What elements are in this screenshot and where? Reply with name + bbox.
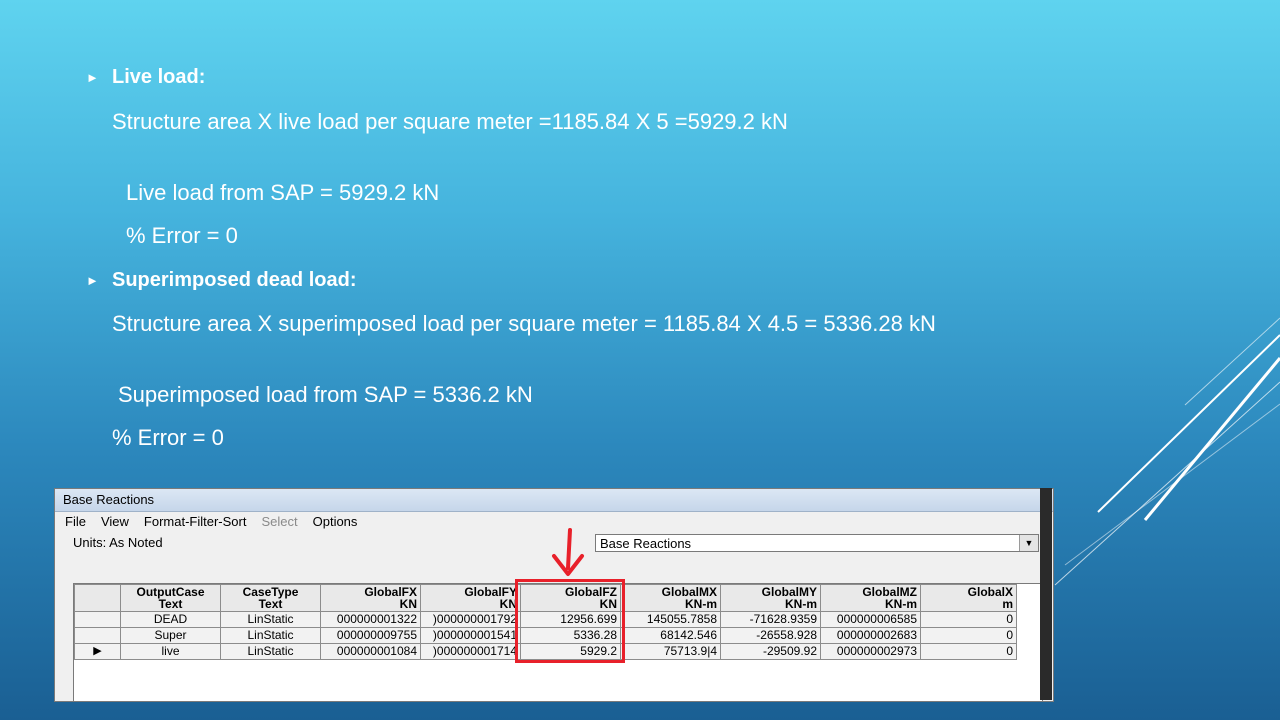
- window-edge: [1040, 488, 1052, 700]
- dropdown-value: Base Reactions: [600, 536, 692, 551]
- column-header[interactable]: GlobalFX KN: [320, 584, 421, 612]
- table-cell[interactable]: DEAD: [120, 611, 221, 628]
- current-row-pointer-icon[interactable]: ▶: [74, 643, 121, 660]
- table-cell[interactable]: LinStatic: [220, 627, 321, 644]
- table-cell[interactable]: LinStatic: [220, 611, 321, 628]
- table-cell[interactable]: 0: [920, 643, 1017, 660]
- menu-file[interactable]: File: [65, 512, 86, 532]
- highlight-box: [515, 579, 625, 663]
- row-selector[interactable]: [74, 611, 121, 628]
- table-cell[interactable]: LinStatic: [220, 643, 321, 660]
- live-load-sap: Live load from SAP = 5929.2 kN: [126, 180, 440, 205]
- bullet-heading: Live load:: [112, 66, 206, 88]
- column-header[interactable]: GlobalMY KN-m: [720, 584, 821, 612]
- superimposed-load-calculation: Structure area X superimposed load per s…: [112, 311, 936, 336]
- menu-view[interactable]: View: [101, 512, 129, 532]
- live-load-calculation: Structure area X live load per square me…: [112, 109, 788, 134]
- table-select-dropdown[interactable]: Base Reactions ▼: [595, 534, 1039, 552]
- bullet-heading: Superimposed dead load:: [112, 269, 357, 291]
- column-header[interactable]: GlobalFY KN: [420, 584, 521, 612]
- column-header[interactable]: GlobalMX KN-m: [620, 584, 721, 612]
- table-cell[interactable]: 000000002973: [820, 643, 921, 660]
- row-selector[interactable]: [74, 627, 121, 644]
- superimposed-load-sap: Superimposed load from SAP = 5336.2 kN: [118, 382, 533, 407]
- table-cell[interactable]: 75713.9|4: [620, 643, 721, 660]
- window-title: Base Reactions: [55, 489, 1053, 512]
- bullet-live-load: ► Live load:: [86, 66, 205, 89]
- table-cell[interactable]: )000000001792: [420, 611, 521, 628]
- chevron-down-icon[interactable]: ▼: [1019, 535, 1038, 551]
- menu-select: Select: [261, 514, 298, 529]
- table-cell[interactable]: live: [120, 643, 221, 660]
- bullet-superimposed-load: ► Superimposed dead load:: [86, 269, 356, 292]
- live-load-error: % Error = 0: [126, 223, 238, 248]
- annotation-arrow-icon: [552, 528, 584, 576]
- table-cell[interactable]: 000000006585: [820, 611, 921, 628]
- table-cell[interactable]: 68142.546: [620, 627, 721, 644]
- table-cell[interactable]: 0: [920, 611, 1017, 628]
- table-cell[interactable]: )000000001541: [420, 627, 521, 644]
- table-cell[interactable]: 000000001084: [320, 643, 421, 660]
- column-header[interactable]: CaseType Text: [220, 584, 321, 612]
- column-header[interactable]: OutputCase Text: [120, 584, 221, 612]
- column-header[interactable]: GlobalX m: [920, 584, 1017, 612]
- table-cell[interactable]: 000000002683: [820, 627, 921, 644]
- units-label: Units: As Noted: [73, 535, 163, 550]
- table-cell[interactable]: -26558.928: [720, 627, 821, 644]
- menu-options[interactable]: Options: [313, 512, 358, 532]
- row-selector-header: [74, 584, 121, 612]
- table-cell[interactable]: )000000001714: [420, 643, 521, 660]
- table-cell[interactable]: -71628.9359: [720, 611, 821, 628]
- column-header[interactable]: GlobalMZ KN-m: [820, 584, 921, 612]
- superimposed-load-error: % Error = 0: [112, 425, 224, 450]
- menu-format-filter-sort[interactable]: Format-Filter-Sort: [144, 512, 247, 532]
- table-cell[interactable]: 000000009755: [320, 627, 421, 644]
- table-cell[interactable]: Super: [120, 627, 221, 644]
- table-cell[interactable]: -29509.92: [720, 643, 821, 660]
- triangle-right-icon: ►: [86, 273, 99, 288]
- table-cell[interactable]: 000000001322: [320, 611, 421, 628]
- table-cell[interactable]: 0: [920, 627, 1017, 644]
- triangle-right-icon: ►: [86, 70, 99, 85]
- table-cell[interactable]: 145055.7858: [620, 611, 721, 628]
